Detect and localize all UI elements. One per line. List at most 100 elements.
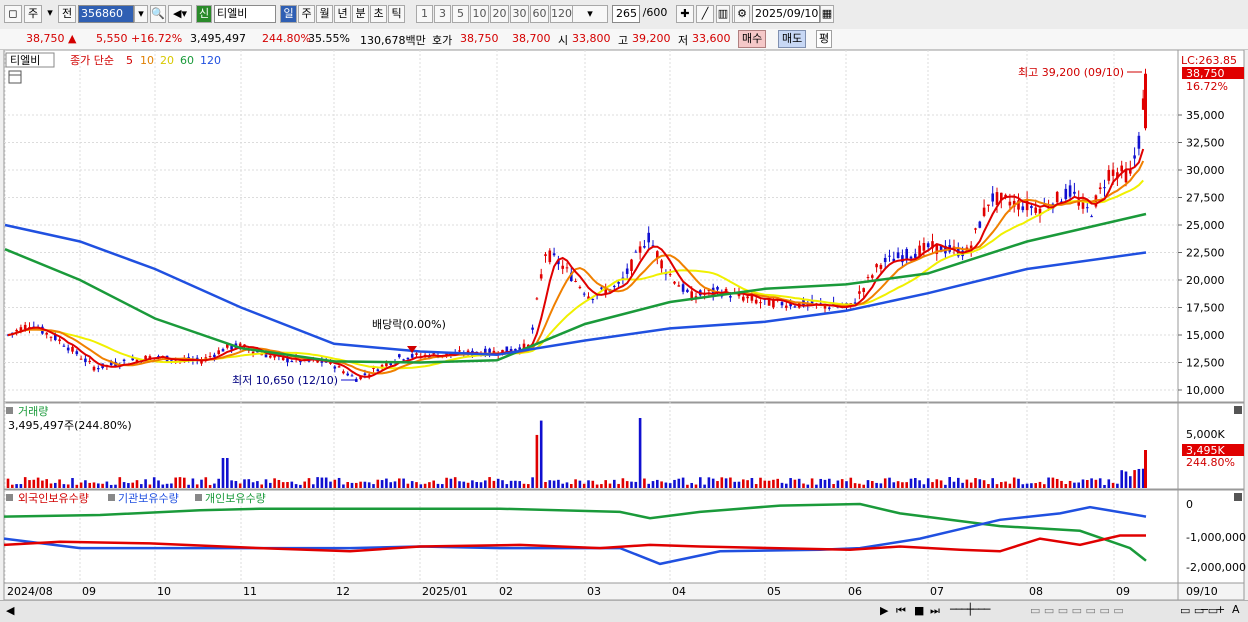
minute-tab-20[interactable]: 20 — [490, 5, 509, 23]
volume-bar — [286, 482, 289, 488]
volume-bar — [1133, 470, 1136, 488]
period-tab-1[interactable]: 주 — [298, 5, 315, 23]
minute-tab-10[interactable]: 10 — [470, 5, 489, 23]
volume-bar — [858, 483, 861, 488]
period-select-a[interactable]: 주 — [24, 5, 42, 23]
volume-bar — [892, 482, 896, 488]
scroll-right-icon[interactable]: ▶ — [880, 604, 888, 617]
zoom-in-icon[interactable]: + — [1216, 603, 1225, 616]
speaker-icon[interactable]: ◀▾ — [168, 5, 192, 23]
date-tick: 09 — [1116, 585, 1130, 598]
volume-bar — [1077, 482, 1080, 488]
interval-dropdown-icon[interactable]: ▾ — [572, 5, 608, 23]
buy-button[interactable]: 매수 — [738, 30, 767, 48]
calendar-icon[interactable]: ▦ — [820, 5, 834, 23]
table-toggle-icon[interactable] — [8, 70, 22, 84]
candle-body — [578, 286, 582, 289]
period-tab-4[interactable]: 분 — [352, 5, 369, 23]
candle-body — [750, 295, 754, 301]
candle-body — [402, 359, 405, 361]
volume-bar — [432, 480, 435, 488]
period-tab-5[interactable]: 초 — [370, 5, 387, 23]
print-icon[interactable]: ▥ — [716, 5, 730, 23]
minute-tab-5[interactable]: 5 — [452, 5, 469, 23]
font-size-icon[interactable]: A — [1232, 603, 1240, 616]
minute-tab-30[interactable]: 30 — [510, 5, 529, 23]
volume-bar — [174, 477, 177, 488]
search-icon[interactable]: 🔍 — [150, 5, 166, 23]
volume-bar — [991, 478, 994, 488]
minute-tab-3[interactable]: 3 — [434, 5, 451, 23]
volume-bar — [49, 483, 53, 488]
forward-icon[interactable]: ⏭ — [930, 604, 940, 618]
volume-bar — [402, 478, 405, 488]
stock-name-field[interactable]: 티엘비 — [214, 5, 276, 23]
code-dropdown-icon[interactable]: ▾ — [134, 5, 148, 23]
stock-code-input[interactable]: 356860 — [78, 5, 134, 23]
holdings-close-icon[interactable] — [1234, 493, 1242, 501]
stock-chart[interactable]: 티엘비 종가 단순 5 10 20 60 120 최고 39,200 (09/1… — [0, 49, 1248, 601]
volume-bar — [221, 458, 225, 488]
volume-bar — [170, 483, 173, 488]
period-tab-0[interactable]: 일 — [280, 5, 297, 23]
count-input[interactable]: 265 — [612, 5, 640, 23]
volume-bar — [54, 482, 57, 488]
window-menu-icon[interactable]: ◻ — [4, 5, 22, 23]
draw-tool-icon[interactable]: ╱ — [696, 5, 714, 23]
period-select-b[interactable]: 전 — [58, 5, 76, 23]
minute-tab-120[interactable]: 120 — [550, 5, 573, 23]
candle-body — [49, 336, 53, 338]
volume-bar — [939, 480, 943, 488]
volume-bar — [952, 481, 956, 488]
scroll-left-icon[interactable]: ◀ — [6, 604, 14, 617]
candle-body — [896, 252, 900, 259]
period-tab-3[interactable]: 년 — [334, 5, 351, 23]
volume-bar — [92, 482, 96, 488]
price-tick: 32,500 — [1186, 137, 1225, 150]
volume-bar — [625, 481, 629, 488]
volume-close-icon[interactable] — [1234, 406, 1242, 414]
candle-body — [333, 366, 337, 369]
chart-area[interactable]: 티엘비 종가 단순 5 10 20 60 120 최고 39,200 (09/1… — [0, 49, 1248, 601]
eval-button[interactable]: 평 — [816, 30, 833, 48]
volume-bar — [324, 477, 328, 488]
candle-body — [883, 257, 887, 263]
view-icons[interactable]: ▭ ▭ ▭ ▭ ▭ ▭ ▭ — [1030, 604, 1124, 617]
volume-bar — [797, 478, 801, 488]
date-input[interactable]: 2025/09/10 — [752, 5, 820, 23]
volume-bar — [247, 479, 251, 488]
volume-bar — [1034, 483, 1037, 488]
legend-foreign: 외국인보유수량 — [18, 492, 89, 505]
volume-bar — [828, 478, 831, 488]
zoom-out-icon[interactable]: − — [1200, 603, 1209, 616]
period-tab-6[interactable]: 틱 — [388, 5, 405, 23]
minute-tab-1[interactable]: 1 — [416, 5, 433, 23]
minute-tab-60[interactable]: 60 — [530, 5, 549, 23]
candle-body — [1073, 191, 1076, 194]
volume-bar — [776, 478, 779, 488]
dividend-annotation: 배당락(0.00%) — [372, 318, 446, 331]
gear-icon[interactable]: ⚙ — [734, 5, 750, 23]
stop-icon[interactable]: ■ — [914, 604, 924, 617]
crosshair-icon[interactable]: ✚ — [676, 5, 694, 23]
candle-body — [1030, 206, 1033, 209]
volume-bar — [36, 477, 40, 488]
volume-pct: 244.80% — [1186, 456, 1235, 469]
volume-bar — [294, 484, 298, 488]
period-tab-2[interactable]: 월 — [316, 5, 333, 23]
candle-body — [66, 347, 70, 351]
sell-button[interactable]: 매도 — [778, 30, 807, 48]
scroll-bar[interactable]: ◀ ▶ ⏮ ■ ⏭ ───┼─── ▭ ▭ ▭ ▭ ▭ ▭ ▭ ▭ ▭ ▭ − … — [0, 600, 1248, 622]
volume-bar — [1073, 482, 1076, 488]
dropdown-a-icon[interactable]: ▾ — [44, 5, 56, 23]
date-tick: 2025/01 — [422, 585, 468, 598]
candle-body — [828, 307, 831, 309]
volume-bar — [845, 481, 848, 488]
rewind-icon[interactable]: ⏮ — [896, 604, 906, 618]
volume-bar — [578, 480, 582, 488]
volume-bar — [1081, 479, 1085, 488]
volume-bar — [342, 484, 345, 488]
volume-bar — [574, 479, 577, 488]
candle-body — [492, 350, 496, 353]
zoom-slider[interactable]: ───┼─── — [950, 603, 990, 616]
